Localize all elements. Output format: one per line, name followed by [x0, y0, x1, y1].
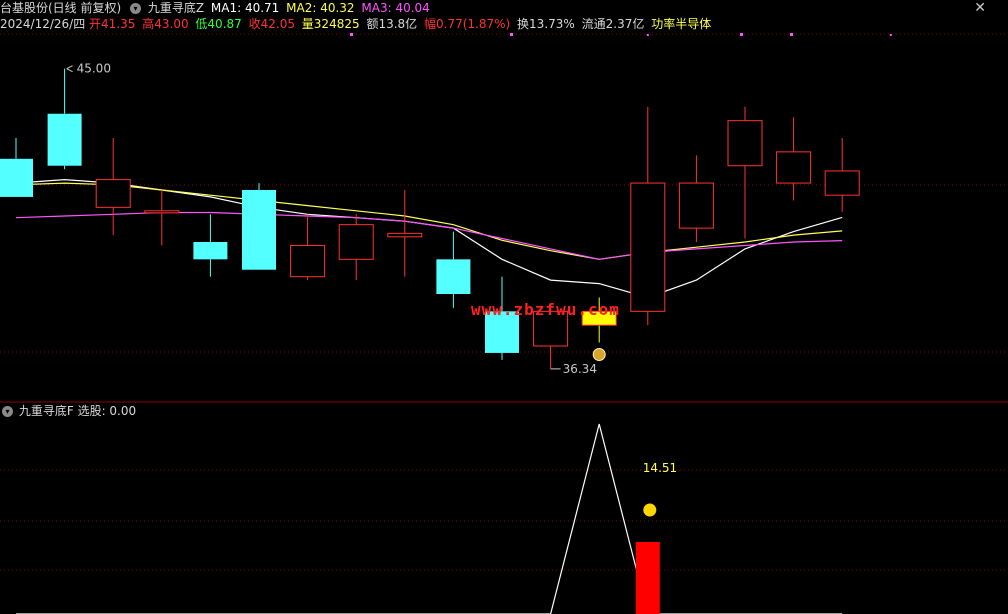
candle	[95, 138, 131, 236]
candle	[727, 106, 763, 239]
sub-value-label: 选股: 0.00	[77, 404, 137, 418]
candle-body-down	[47, 113, 82, 166]
ma-line-ma1	[15, 178, 843, 299]
candle	[290, 214, 326, 281]
candle	[0, 138, 33, 197]
watermark: www.zbzfwu.com	[471, 300, 620, 319]
candle-body-up	[824, 170, 860, 196]
top-marker	[790, 33, 793, 36]
candle	[824, 138, 860, 212]
candle	[144, 190, 180, 246]
candle-body-up	[727, 120, 763, 167]
money-bag-icon	[592, 348, 606, 362]
candle	[387, 190, 423, 277]
candle-body-up	[678, 182, 714, 229]
candle-body-up	[338, 224, 374, 260]
candle-body-down	[0, 158, 33, 197]
ma-line-ma3	[15, 211, 843, 260]
candle	[47, 68, 82, 170]
candle-body-down	[193, 242, 228, 260]
sub-header: ▾ 九重寻底F 选股: 0.00	[0, 403, 136, 419]
sub-bar	[635, 541, 660, 614]
high-arrow-icon	[66, 65, 73, 73]
candle-body-up	[630, 182, 666, 312]
sub-indicator-name[interactable]: 九重寻底F	[19, 404, 74, 418]
high-price-label: 45.00	[77, 62, 111, 76]
candle-body-up	[387, 232, 423, 238]
low-price-label: 36.34	[563, 362, 597, 376]
candle	[630, 106, 666, 326]
candle	[338, 214, 374, 281]
candle	[242, 183, 276, 270]
candle	[193, 214, 228, 277]
sub-peak-label: 14.51	[643, 461, 677, 475]
candle	[776, 117, 812, 201]
chart-stage: 台基股份(日线 前复权) ▾ 九重寻底Z MA1: 40.71 MA2: 40.…	[0, 0, 1008, 614]
candle-body-up	[144, 210, 180, 214]
sub-line-xuangu	[16, 423, 843, 614]
candle-body-down	[436, 259, 471, 294]
top-marker	[350, 33, 353, 36]
smiley-icon	[643, 503, 657, 517]
candle-body-down	[242, 190, 276, 270]
top-marker	[510, 33, 513, 36]
candle	[678, 155, 714, 242]
top-marker	[740, 33, 743, 36]
candle	[436, 231, 471, 308]
sub-settings-icon[interactable]: ▾	[2, 406, 13, 417]
candle-body-up	[95, 179, 131, 208]
candle-body-up	[290, 244, 326, 278]
candle-body-up	[776, 151, 812, 184]
